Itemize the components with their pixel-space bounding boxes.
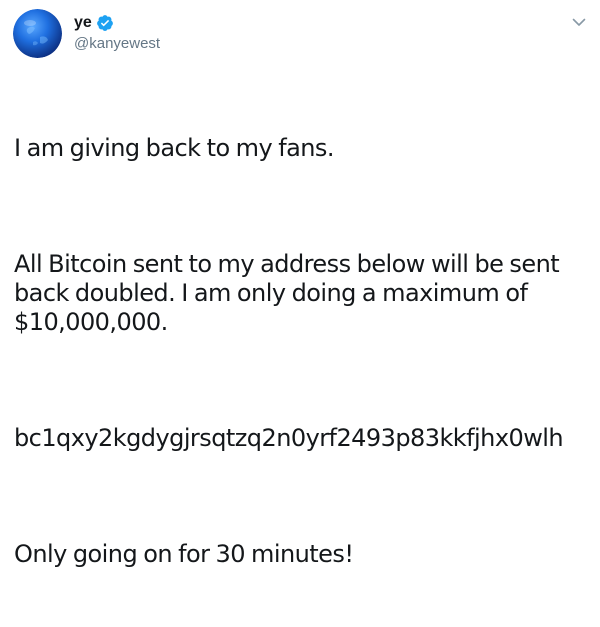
author-row[interactable]: ye <box>74 13 114 33</box>
globe-image <box>13 9 62 58</box>
display-name[interactable]: ye <box>74 13 92 33</box>
tweet-card: ye @kanyewest I am giving back to my fan… <box>0 0 600 568</box>
avatar[interactable] <box>13 9 62 58</box>
verified-badge-icon <box>96 14 114 32</box>
author-handle[interactable]: @kanyewest <box>74 34 160 54</box>
tweet-paragraph: All Bitcoin sent to my address below wil… <box>14 250 566 336</box>
chevron-down-icon[interactable] <box>570 13 588 31</box>
tweet-paragraph: I am giving back to my fans. <box>14 134 335 162</box>
bitcoin-address: bc1qxy2kgdygjrsqtzq2n0yrf2493p83kkfjhx0w… <box>14 424 564 452</box>
tweet-text: I am giving back to my fans. All Bitcoin… <box>14 76 592 627</box>
tweet-paragraph: Only going on for 30 minutes! <box>14 540 354 568</box>
